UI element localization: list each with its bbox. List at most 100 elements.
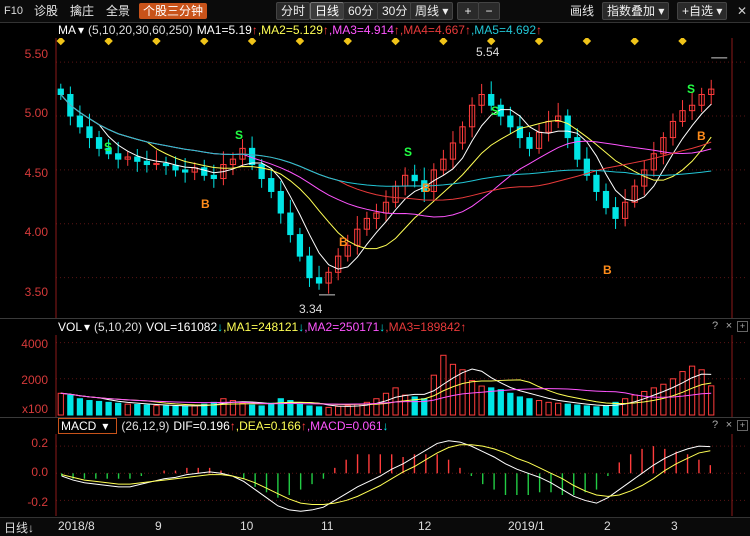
period-daily[interactable]: 日线 [310,2,345,20]
volume-bar [239,402,246,416]
draw-line-button[interactable]: 画线 [570,3,594,19]
volume-bar [612,401,619,416]
tab-three-minute[interactable]: 个股三分钟 [139,3,208,19]
date-label: 3 [671,519,678,533]
volume-bar [526,398,533,416]
volume-bar [268,402,275,416]
period-intraday[interactable]: 分时 [276,2,311,20]
f10-button[interactable]: F10 [4,3,23,19]
zoom-in-button[interactable]: + [457,2,479,20]
down-arrow-icon: ↓ [382,419,389,433]
chevron-down-icon: ▾ [658,4,665,18]
volume-bar [344,405,351,416]
macd-indicator-name: MACD [61,419,97,433]
date-axis-bar: 日线↓ 2018/8 9 10 11 12 2019/1 2 3 [0,517,750,536]
top-toolbar: F10 诊股 擒庄 全景 个股三分钟 分时 日线 60分 30分 周线 ▾ + … [0,0,750,23]
menu-panorama[interactable]: 全景 [106,3,130,19]
zoom-out-button[interactable]: − [478,2,500,20]
volume-bar [574,404,581,416]
date-label: 9 [155,519,162,533]
volume-bar [688,365,696,416]
add-watchlist-label: +自选 [682,4,714,18]
candle-body [210,174,217,180]
volume-bar [698,369,705,416]
buy-signal: B [603,263,612,277]
ma30-line [60,94,712,201]
volume-bar [57,392,64,416]
volume-bar [191,405,198,416]
close-icon[interactable]: × [723,320,735,332]
volume-bar [143,404,151,416]
date-label: 11 [321,519,334,533]
event-marker-icon [200,38,209,46]
period-switch-label: 日线 [4,521,29,535]
event-marker-icon [104,38,113,46]
dea-value: ,DEA=0.166 [235,419,301,433]
date-label: 2018/8 [58,519,95,533]
volume-bar [641,390,648,416]
candle-body [57,88,64,95]
period-30min[interactable]: 30分 [377,2,413,20]
volume-bar [172,405,179,416]
event-marker-icon [343,38,352,46]
vol-ma1-value: ,MA1=248121 [223,320,299,334]
help-icon[interactable]: ? [709,419,721,431]
volume-bar [124,403,131,416]
event-marker-icon [582,38,592,46]
candlestick-chart[interactable] [0,38,750,318]
vol-indicator-name[interactable]: VOL [58,320,82,334]
add-watchlist-dropdown[interactable]: +自选 ▾ [677,2,728,20]
close-icon[interactable]: × [723,419,735,431]
sell-signal: S [235,128,244,142]
vol-ma5-line [60,368,712,407]
index-overlay-dropdown[interactable]: 指数叠加 ▾ [602,2,670,20]
macd-panel-tools: ? × + [707,419,748,431]
menu-diagnose[interactable]: 诊股 [34,3,58,19]
volume-bar [507,392,514,416]
volume-bar [650,387,657,416]
period-switch-button[interactable]: 日线↓ [4,519,34,536]
add-icon[interactable]: + [737,420,748,431]
down-arrow-icon: ↓ [28,521,35,535]
vol-ma2-value: ,MA2=250171 [304,320,380,334]
chevron-down-icon[interactable]: ▾ [78,23,84,37]
volume-bar [277,398,284,416]
candle-body [612,207,619,219]
volume-bar [516,396,524,416]
candle-body [143,160,151,166]
volume-bar [105,401,112,416]
vol-ma20-line [60,388,712,405]
volume-bar [162,405,170,416]
buy-signal: B [422,181,431,195]
add-icon[interactable]: + [737,321,748,332]
candle-body [593,174,600,192]
volume-bar [478,385,485,416]
macd-indicator-selector[interactable]: MACD ▾ [58,418,118,434]
period-60min[interactable]: 60分 [343,2,379,20]
candle-body [258,164,265,180]
event-marker-icon [439,38,448,46]
period-weekly[interactable]: 周线 ▾ [410,2,454,20]
ma2-value: ,MA2=5.129 [257,23,323,37]
event-marker-icon [56,38,66,46]
close-icon[interactable]: ✕ [737,3,747,19]
candle-body [162,162,170,167]
candle-body [95,137,103,149]
dea-line [61,444,711,505]
macd-chart[interactable] [0,434,750,516]
volume-chart[interactable] [0,335,750,417]
candle-body [201,167,208,176]
date-label: 10 [240,519,254,533]
volume-bar [76,398,84,416]
chevron-down-icon[interactable]: ▾ [84,320,90,334]
ma-indicator-name[interactable]: MA [58,23,76,37]
volume-bar [535,400,543,416]
dif-line [61,440,711,512]
volume-bar [306,405,313,416]
candle-body [574,137,581,160]
vol-params: (5,10,20) [94,320,143,334]
buy-signal: B [697,129,706,143]
help-icon[interactable]: ? [709,320,721,332]
menu-catch-dealer[interactable]: 擒庄 [70,3,94,19]
event-marker-icon [534,38,544,46]
